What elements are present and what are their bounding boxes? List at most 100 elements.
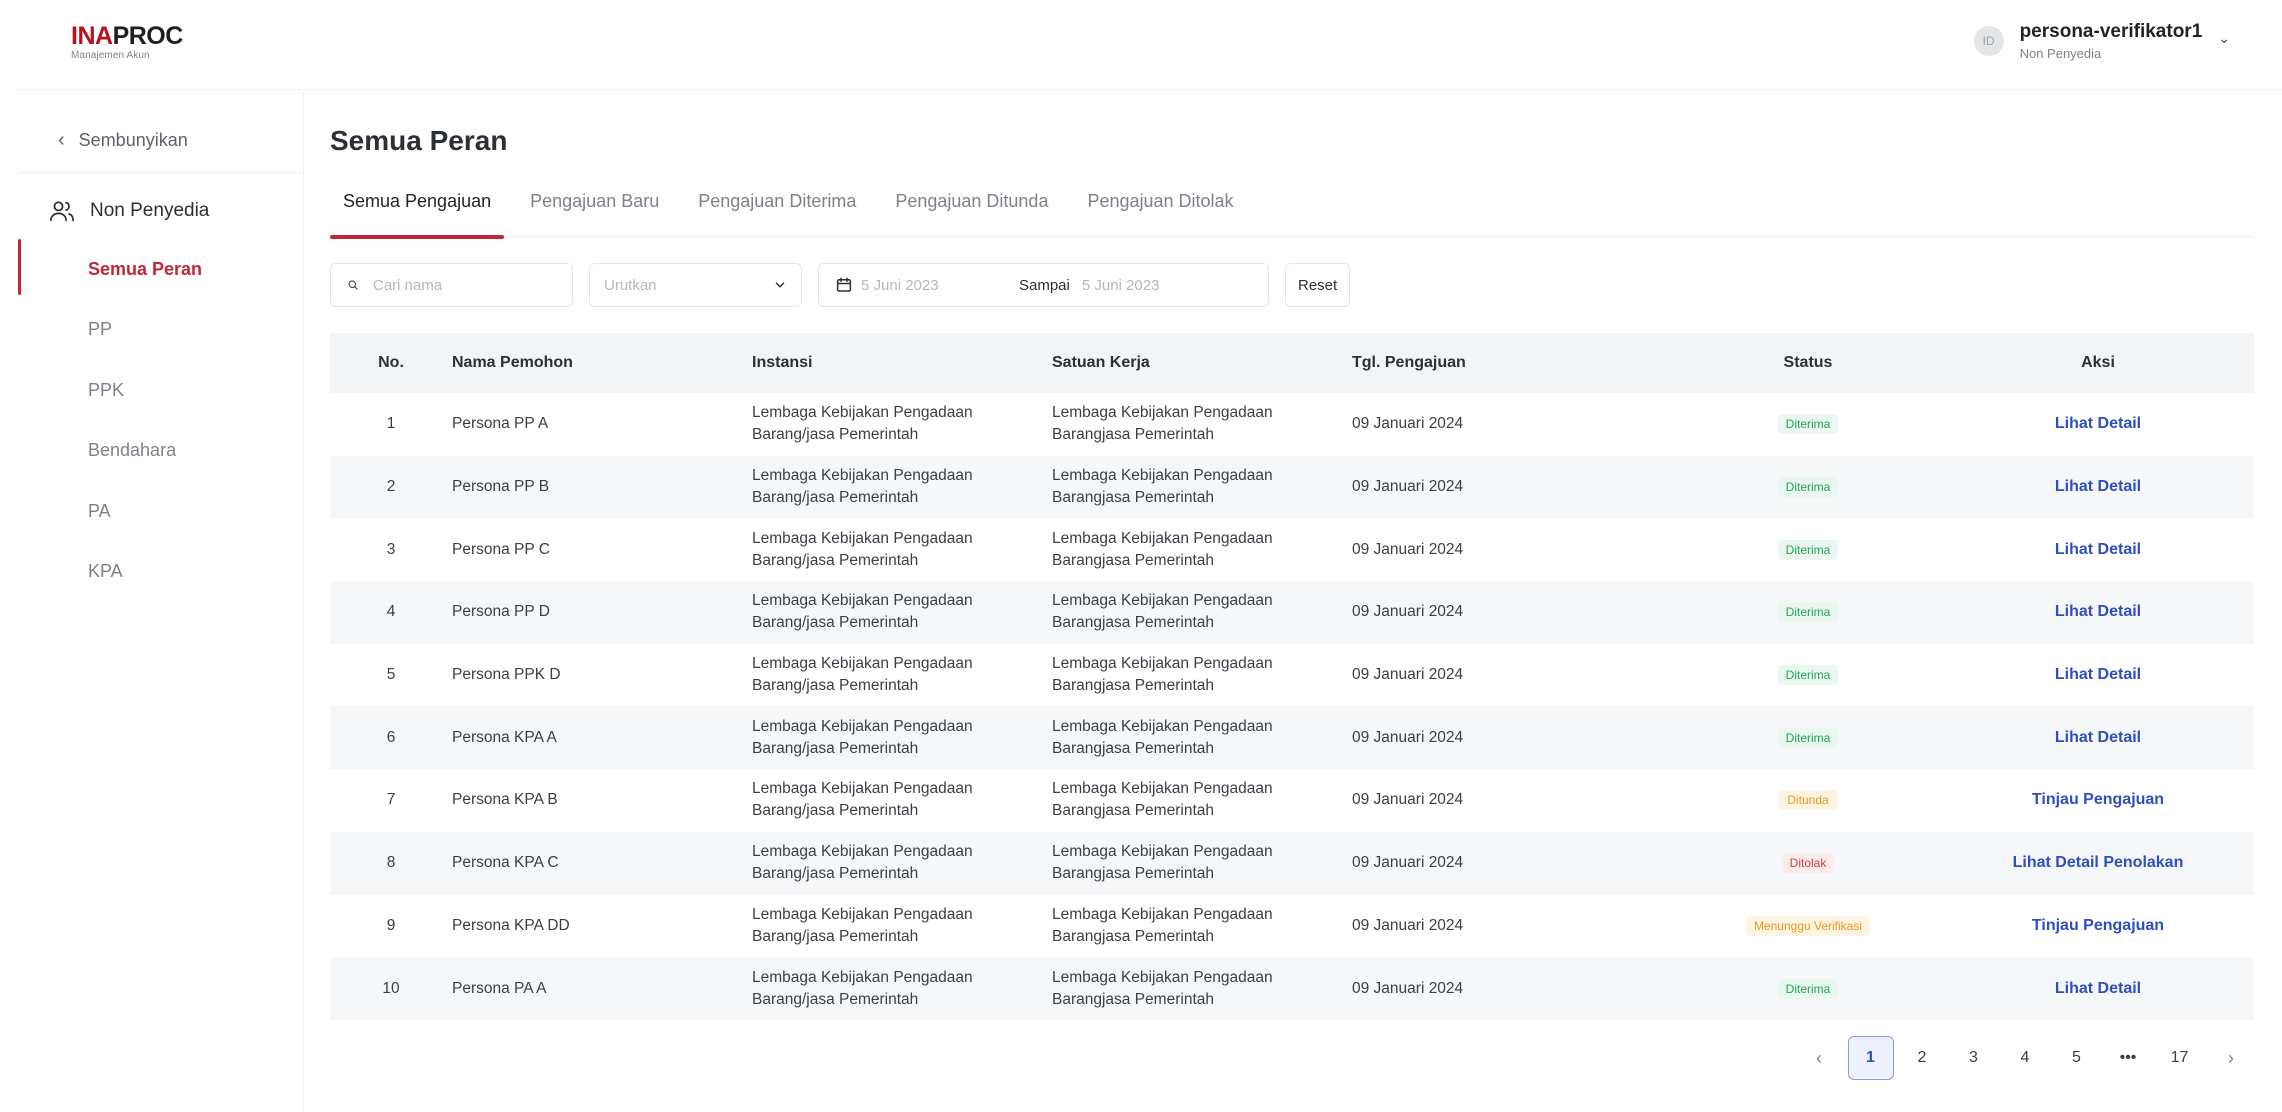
sidebar-group-label: Non Penyedia (90, 200, 210, 221)
hide-sidebar-button[interactable]: ‹ Sembunyikan (58, 129, 188, 152)
action-link[interactable]: Tinjau Pengajuan (2032, 917, 2164, 934)
cell-aksi: Lihat Detail (1942, 478, 2254, 496)
cell-satuan-kerja: Lembaga Kebijakan Pengadaan Barangjasa Pe… (1052, 465, 1352, 509)
cell-nama: Persona PP B (452, 478, 550, 496)
th-nama: Nama Pemohon (452, 354, 573, 371)
tab-pengajuan-ditolak[interactable]: Pengajuan Ditolak (1074, 191, 1246, 237)
page-17-button[interactable]: 17 (2157, 1036, 2203, 1080)
cell-satker-line: Barangjasa Pemerintah (1052, 551, 1214, 569)
action-link[interactable]: Lihat Detail Penolakan (2013, 854, 2184, 871)
reset-button[interactable]: Reset (1285, 263, 1351, 307)
cell-status: Diterima (1674, 665, 1942, 686)
tab-pengajuan-baru[interactable]: Pengajuan Baru (517, 191, 672, 237)
cell-instansi: Lembaga Kebijakan Pengadaan Barang/jasa P… (752, 716, 1052, 760)
cell-satuan-kerja: Lembaga Kebijakan Pengadaan Barangjasa Pe… (1052, 590, 1352, 634)
cell-satker-line: Barangjasa Pemerintah (1052, 927, 1214, 945)
sidebar-item-label: Bendahara (88, 440, 177, 461)
sidebar-item-label: PA (88, 500, 111, 521)
cell-aksi: Tinjau Pengajuan (1942, 791, 2254, 809)
sidebar-group-non-penyedia[interactable]: Non Penyedia (48, 197, 209, 225)
sidebar-divider (18, 172, 304, 173)
top-header: INAPROC Manajemen Akun ID persona-verifi… (18, 0, 2282, 90)
tab-semua-pengajuan[interactable]: Semua Pengajuan (330, 191, 505, 239)
status-badge: Ditunda (1779, 790, 1837, 811)
sidebar-item-label: Semua Peran (88, 258, 203, 279)
cell-no: 4 (386, 603, 396, 621)
chevron-down-icon[interactable]: ⌄ (2218, 30, 2230, 47)
sidebar-item-bendahara[interactable]: Bendahara (18, 421, 304, 482)
cell-satker-line: Lembaga Kebijakan Pengadaan (1052, 592, 1273, 610)
sort-select[interactable]: Urutkan (589, 263, 802, 307)
sidebar-item-pp[interactable]: PP (18, 300, 304, 361)
user-menu[interactable]: ID persona-verifikator1 Non Penyedia ⌄ (1973, 21, 2230, 61)
cell-satuan-kerja: Lembaga Kebijakan Pengadaan Barangjasa Pe… (1052, 716, 1352, 760)
page-5-button[interactable]: 5 (2054, 1036, 2100, 1080)
cell-instansi: Lembaga Kebijakan Pengadaan Barang/jasa P… (752, 465, 1052, 509)
sidebar: ‹ Sembunyikan Non Penyedia Semua Peran P… (18, 91, 304, 1112)
filter-bar: Urutkan 5 Juni 2023 Sampai 5 Juni 2023 R… (330, 263, 1351, 307)
sidebar-item-ppk[interactable]: PPK (18, 360, 304, 421)
action-link[interactable]: Lihat Detail (2055, 603, 2141, 620)
search-input[interactable] (373, 276, 572, 294)
cell-no: 2 (386, 478, 396, 496)
cell-nama: Persona PPK D (452, 666, 561, 684)
status-badge: Diterima (1777, 665, 1839, 686)
cell-satker-line: Lembaga Kebijakan Pengadaan (1052, 655, 1273, 673)
cell-instansi-line: Barang/jasa Pemerintah (752, 927, 919, 945)
cell-satker-line: Barangjasa Pemerintah (1052, 426, 1214, 444)
inaproc-logo[interactable]: INAPROC Manajemen Akun (71, 24, 183, 61)
cell-nama: Persona PP D (452, 603, 550, 621)
date-range-picker[interactable]: 5 Juni 2023 Sampai 5 Juni 2023 (818, 263, 1269, 307)
cell-no: 6 (386, 728, 396, 746)
action-link[interactable]: Tinjau Pengajuan (2032, 791, 2164, 808)
action-link[interactable]: Lihat Detail (2055, 980, 2141, 997)
cell-satker-line: Barangjasa Pemerintah (1052, 802, 1214, 820)
sidebar-item-semua-peran[interactable]: Semua Peran (18, 239, 304, 300)
cell-status: Diterima (1674, 477, 1942, 498)
cell-satker-line: Lembaga Kebijakan Pengadaan (1052, 905, 1273, 923)
search-box[interactable] (330, 263, 573, 307)
cell-satuan-kerja: Lembaga Kebijakan Pengadaan Barangjasa Pe… (1052, 904, 1352, 948)
page-1-button[interactable]: 1 (1847, 1036, 1894, 1080)
cell-status: Diterima (1674, 414, 1942, 435)
cell-nama: Persona PP C (452, 540, 550, 558)
table-row: 10 Persona PA A Lembaga Kebijakan Pengadaa… (330, 957, 2254, 1020)
chevron-right-icon[interactable]: › (2208, 1036, 2254, 1080)
cell-satker-line: Barangjasa Pemerintah (1052, 990, 1214, 1008)
th-status: Status (1783, 354, 1833, 371)
action-link[interactable]: Lihat Detail (2055, 729, 2141, 746)
cell-instansi-line: Lembaga Kebijakan Pengadaan (752, 905, 973, 923)
logo-proc: PROC (112, 22, 184, 50)
action-link[interactable]: Lihat Detail (2055, 541, 2141, 558)
date-to-input[interactable]: 5 Juni 2023 (1082, 277, 1160, 294)
search-icon (348, 280, 358, 290)
tab-pengajuan-ditunda[interactable]: Pengajuan Ditunda (882, 191, 1061, 237)
status-badge: Menunggu Verifikasi (1745, 915, 1871, 936)
tab-pengajuan-diterima[interactable]: Pengajuan Diterima (685, 191, 869, 237)
cell-satuan-kerja: Lembaga Kebijakan Pengadaan Barangjasa Pe… (1052, 778, 1352, 822)
date-from-input[interactable]: 5 Juni 2023 (861, 277, 1019, 294)
cell-satker-line: Barangjasa Pemerintah (1052, 865, 1214, 883)
page-4-button[interactable]: 4 (2002, 1036, 2048, 1080)
cell-instansi: Lembaga Kebijakan Pengadaan Barang/jasa P… (752, 528, 1052, 572)
sidebar-item-kpa[interactable]: KPA (18, 542, 304, 603)
cell-no: 10 (382, 979, 400, 997)
cell-instansi-line: Barang/jasa Pemerintah (752, 865, 919, 883)
cell-status: Ditolak (1674, 853, 1942, 874)
cell-instansi: Lembaga Kebijakan Pengadaan Barang/jasa P… (752, 778, 1052, 822)
page-3-button[interactable]: 3 (1951, 1036, 1997, 1080)
table-row: 4 Persona PP D Lembaga Kebijakan Pengadaan… (330, 581, 2254, 644)
cell-aksi: Lihat Detail (1942, 980, 2254, 998)
sidebar-item-pa[interactable]: PA (18, 481, 304, 542)
page-2-button[interactable]: 2 (1899, 1036, 1945, 1080)
action-link[interactable]: Lihat Detail (2055, 415, 2141, 432)
chevron-left-icon[interactable]: ‹ (1796, 1036, 1842, 1080)
th-tgl: Tgl. Pengajuan (1352, 354, 1466, 371)
action-link[interactable]: Lihat Detail (2055, 478, 2141, 495)
action-link[interactable]: Lihat Detail (2055, 666, 2141, 683)
cell-aksi: Lihat Detail (1942, 603, 2254, 621)
cell-nama: Persona KPA DD (452, 916, 570, 934)
cell-tgl: 09 Januari 2024 (1352, 979, 1464, 997)
cell-tgl: 09 Januari 2024 (1352, 478, 1464, 496)
cell-no: 5 (386, 666, 396, 684)
